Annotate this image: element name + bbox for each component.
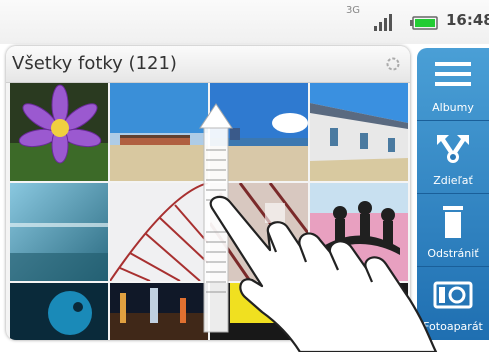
menu-icon	[435, 62, 471, 86]
photo-thumbnail[interactable]	[10, 183, 108, 281]
albums-label: Albumy	[432, 101, 474, 114]
sync-icon[interactable]	[386, 57, 400, 71]
photo-thumbnail[interactable]	[110, 183, 208, 281]
photo-thumbnail[interactable]	[310, 283, 408, 340]
share-icon	[437, 135, 469, 163]
page-title: Všetky fotky (121)	[12, 53, 177, 74]
photo-thumbnail[interactable]	[310, 183, 408, 281]
gallery-panel: Všetky fotky (121)	[6, 46, 410, 340]
action-sidebar: Albumy Zdieľať Odstrániť Fotoaparát	[417, 48, 489, 340]
gallery-header: Všetky fotky (121)	[6, 46, 410, 83]
photo-thumbnail[interactable]	[110, 83, 208, 181]
photo-thumbnail[interactable]	[210, 183, 308, 281]
photo-thumbnail[interactable]	[210, 83, 308, 181]
share-button[interactable]: Zdieľať	[417, 121, 489, 194]
photo-thumbnail[interactable]	[10, 83, 108, 181]
delete-label: Odstrániť	[427, 247, 479, 260]
photo-thumbnail[interactable]	[10, 283, 108, 340]
albums-button[interactable]: Albumy	[417, 48, 489, 121]
share-label: Zdieľať	[433, 174, 473, 187]
clock: 16:48	[446, 11, 489, 29]
camera-button[interactable]: Fotoaparát	[417, 267, 489, 339]
network-type: 3G	[345, 5, 361, 16]
photo-thumbnail[interactable]	[110, 283, 208, 340]
photo-thumbnail[interactable]	[310, 83, 408, 181]
photo-thumbnail[interactable]	[210, 283, 308, 340]
signal-icon	[374, 14, 392, 31]
camera-icon	[433, 281, 473, 309]
battery-icon	[410, 16, 438, 30]
status-bar: 3G 16:48	[0, 0, 489, 44]
camera-label: Fotoaparát	[423, 320, 483, 333]
photo-grid	[10, 83, 410, 340]
delete-button[interactable]: Odstrániť	[417, 194, 489, 267]
trash-icon	[443, 206, 463, 238]
